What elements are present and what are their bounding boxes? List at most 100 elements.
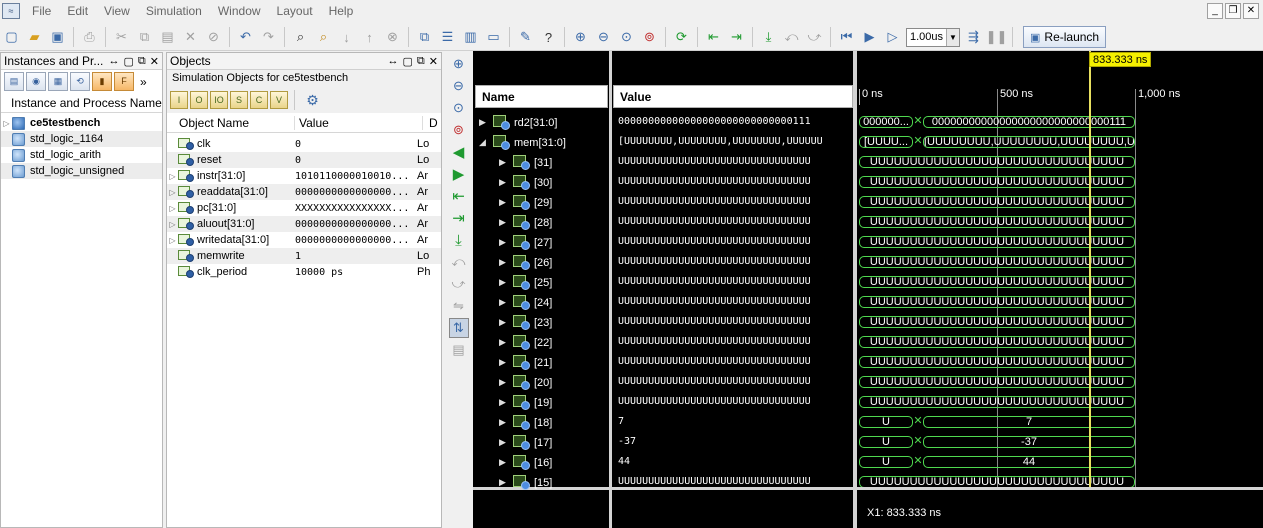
wrench-icon[interactable]: ✎ bbox=[515, 27, 536, 48]
expand-icon[interactable]: ▶ bbox=[499, 197, 513, 208]
settings-gear-icon[interactable]: ⚙ bbox=[302, 90, 323, 111]
cascade-windows-icon[interactable]: ⧉ bbox=[414, 27, 435, 48]
object-row[interactable]: clk_period 10000 ps Ph bbox=[167, 264, 441, 280]
expand-icon[interactable]: ▷ bbox=[1, 119, 12, 128]
chevron-down-icon[interactable]: ▼ bbox=[946, 28, 959, 46]
expand-icon[interactable]: ▶ bbox=[499, 317, 513, 328]
run-for-time-icon[interactable]: ▷ bbox=[882, 27, 903, 48]
pause-icon[interactable]: ❚❚ bbox=[986, 27, 1008, 48]
expand-icon[interactable]: ▶ bbox=[499, 377, 513, 388]
undo-icon[interactable]: ↶ bbox=[235, 27, 256, 48]
object-row[interactable]: memwrite 1 Lo bbox=[167, 248, 441, 264]
wave-signal-row[interactable]: ▶ [20] UUUUUUUUUUUUUUUUUUUUUUUUUUUUUUUU bbox=[473, 372, 854, 392]
close-panel-icon[interactable]: ✕ bbox=[150, 55, 159, 68]
cancel-icon[interactable]: ⊗ bbox=[382, 27, 403, 48]
object-row[interactable]: ▷ instr[31:0] 1010110000010010... Ar bbox=[167, 168, 441, 184]
refresh-icon[interactable]: ⟳ bbox=[671, 27, 692, 48]
col-value[interactable]: Value bbox=[295, 115, 423, 130]
find-in-files-icon[interactable]: ⌕ bbox=[313, 27, 334, 48]
object-row[interactable]: ▷ readdata[31:0] 0000000000000000... Ar bbox=[167, 184, 441, 200]
restore-icon[interactable]: ❐ bbox=[1225, 3, 1241, 19]
zoom-cursor-icon[interactable]: ⊚ bbox=[449, 120, 469, 140]
copy-icon[interactable]: ⧉ bbox=[134, 27, 155, 48]
arrow-up-icon[interactable]: ↑ bbox=[359, 27, 380, 48]
relaunch-button[interactable]: ▣ Re-launch bbox=[1023, 26, 1107, 48]
close-icon[interactable]: ✕ bbox=[1243, 3, 1259, 19]
minimize-icon[interactable]: _ bbox=[1207, 3, 1223, 19]
step-out-icon[interactable]: ⤻ bbox=[804, 27, 825, 48]
object-row[interactable]: reset 0 Lo bbox=[167, 152, 441, 168]
float-panel-icon[interactable]: ↔ bbox=[109, 55, 120, 68]
col-type[interactable]: D bbox=[423, 116, 438, 130]
wave-signal-row[interactable]: ▶ [19] UUUUUUUUUUUUUUUUUUUUUUUUUUUUUUUU bbox=[473, 392, 854, 412]
snap-to-transition-icon[interactable]: ⇅ bbox=[448, 318, 469, 338]
expand-icon[interactable]: ▶ bbox=[499, 417, 513, 428]
show-tasks-icon[interactable]: ⟲ bbox=[70, 72, 90, 91]
go-to-end-icon[interactable]: ▶ bbox=[449, 164, 469, 184]
show-functions-icon[interactable]: F bbox=[114, 72, 134, 91]
expand-icon[interactable]: ▷ bbox=[167, 236, 178, 245]
menu-simulation[interactable]: Simulation bbox=[138, 4, 210, 18]
show-internal-icon[interactable]: S bbox=[230, 91, 248, 109]
wave-signal-row[interactable]: ▶ [16] 44 bbox=[473, 452, 854, 472]
expand-icon[interactable]: ▶ bbox=[499, 217, 513, 228]
wave-signal-row[interactable]: ▶ [27] UUUUUUUUUUUUUUUUUUUUUUUUUUUUUUUU bbox=[473, 232, 854, 252]
expand-icon[interactable]: ▶ bbox=[499, 237, 513, 248]
restart-icon[interactable]: ⇤ bbox=[703, 27, 724, 48]
instance-item[interactable]: std_logic_1164 bbox=[1, 131, 162, 147]
show-constants-icon[interactable]: C bbox=[250, 91, 268, 109]
restore-panel-icon[interactable]: ▢ bbox=[124, 55, 134, 68]
wave-signal-row[interactable]: ▶ [29] UUUUUUUUUUUUUUUUUUUUUUUUUUUUUUUU bbox=[473, 192, 854, 212]
stop-icon[interactable]: ⊘ bbox=[203, 27, 224, 48]
menu-file[interactable]: File bbox=[24, 4, 59, 18]
expand-icon[interactable]: ▶ bbox=[499, 397, 513, 408]
floating-ruler-icon[interactable]: ▤ bbox=[449, 340, 469, 360]
wave-name-header[interactable]: Name bbox=[475, 85, 608, 108]
step-icon[interactable]: ⤓ bbox=[758, 27, 779, 48]
maximize-panel-icon[interactable]: ⧉ bbox=[138, 55, 146, 68]
menu-layout[interactable]: Layout bbox=[269, 4, 321, 18]
run-all-icon[interactable]: ⇥ bbox=[726, 27, 747, 48]
save-icon[interactable]: ▣ bbox=[47, 27, 68, 48]
arrow-down-icon[interactable]: ↓ bbox=[336, 27, 357, 48]
expand-icon[interactable]: ▶ bbox=[499, 457, 513, 468]
wave-signal-row[interactable]: ▶ [17] -37 bbox=[473, 432, 854, 452]
float-window-icon[interactable]: ▭ bbox=[483, 27, 504, 48]
expand-icon[interactable]: ▶ bbox=[499, 297, 513, 308]
object-row[interactable]: ▷ pc[31:0] XXXXXXXXXXXXXXXX... Ar bbox=[167, 200, 441, 216]
run-time-select[interactable]: 1.00us ▼ bbox=[906, 27, 960, 47]
next-marker-icon[interactable]: ⤻ bbox=[449, 274, 469, 294]
wave-signal-row[interactable]: ▶ rd2[31:0] 000000000000000000000000000001… bbox=[473, 112, 854, 132]
wave-signal-row[interactable]: ▶ [22] UUUUUUUUUUUUUUUUUUUUUUUUUUUUUUUU bbox=[473, 332, 854, 352]
wave-signal-row[interactable]: ▶ [21] UUUUUUUUUUUUUUUUUUUUUUUUUUUUUUUU bbox=[473, 352, 854, 372]
run-icon[interactable]: ▶ bbox=[859, 27, 880, 48]
expand-icon[interactable]: ▶ bbox=[499, 177, 513, 188]
show-blocks-icon[interactable]: ▮ bbox=[92, 72, 112, 91]
print-icon[interactable]: ⎙ bbox=[79, 27, 100, 48]
zoom-fit-icon[interactable]: ⊙ bbox=[449, 98, 469, 118]
zoom-to-cursor-icon[interactable]: ⊚ bbox=[639, 27, 660, 48]
expand-icon[interactable]: ▶ bbox=[499, 257, 513, 268]
wave-signal-row[interactable]: ▶ [31] UUUUUUUUUUUUUUUUUUUUUUUUUUUUUUUU bbox=[473, 152, 854, 172]
expand-icon[interactable]: ▷ bbox=[167, 220, 178, 229]
step-over-icon[interactable]: ⤺ bbox=[781, 27, 802, 48]
expand-icon[interactable]: ▶ bbox=[499, 277, 513, 288]
help-cursor-icon[interactable]: ? bbox=[538, 27, 559, 48]
wave-signal-row[interactable]: ▶ [15] UUUUUUUUUUUUUUUUUUUUUUUUUUUUUUUU bbox=[473, 472, 854, 492]
show-inputs-icon[interactable]: I bbox=[170, 91, 188, 109]
close-panel-icon[interactable]: ✕ bbox=[429, 55, 438, 68]
more-icon[interactable]: » bbox=[140, 75, 147, 89]
tile-vertical-icon[interactable]: ▥ bbox=[460, 27, 481, 48]
instance-item[interactable]: std_logic_arith bbox=[1, 147, 162, 163]
expand-icon[interactable]: ▶ bbox=[499, 437, 513, 448]
float-panel-icon[interactable]: ↔ bbox=[388, 55, 399, 68]
object-row[interactable]: clk 0 Lo bbox=[167, 136, 441, 152]
menu-view[interactable]: View bbox=[96, 4, 138, 18]
swap-cursors-icon[interactable]: ⇋ bbox=[449, 296, 469, 316]
wave-signal-row[interactable]: ▶ [26] UUUUUUUUUUUUUUUUUUUUUUUUUUUUUUUU bbox=[473, 252, 854, 272]
tile-horizontal-icon[interactable]: ☰ bbox=[437, 27, 458, 48]
expand-icon[interactable]: ▷ bbox=[167, 188, 178, 197]
instances-column-header[interactable]: Instance and Process Name bbox=[1, 93, 162, 113]
show-processes-icon[interactable]: ▦ bbox=[48, 72, 68, 91]
show-variables-icon[interactable]: V bbox=[270, 91, 288, 109]
